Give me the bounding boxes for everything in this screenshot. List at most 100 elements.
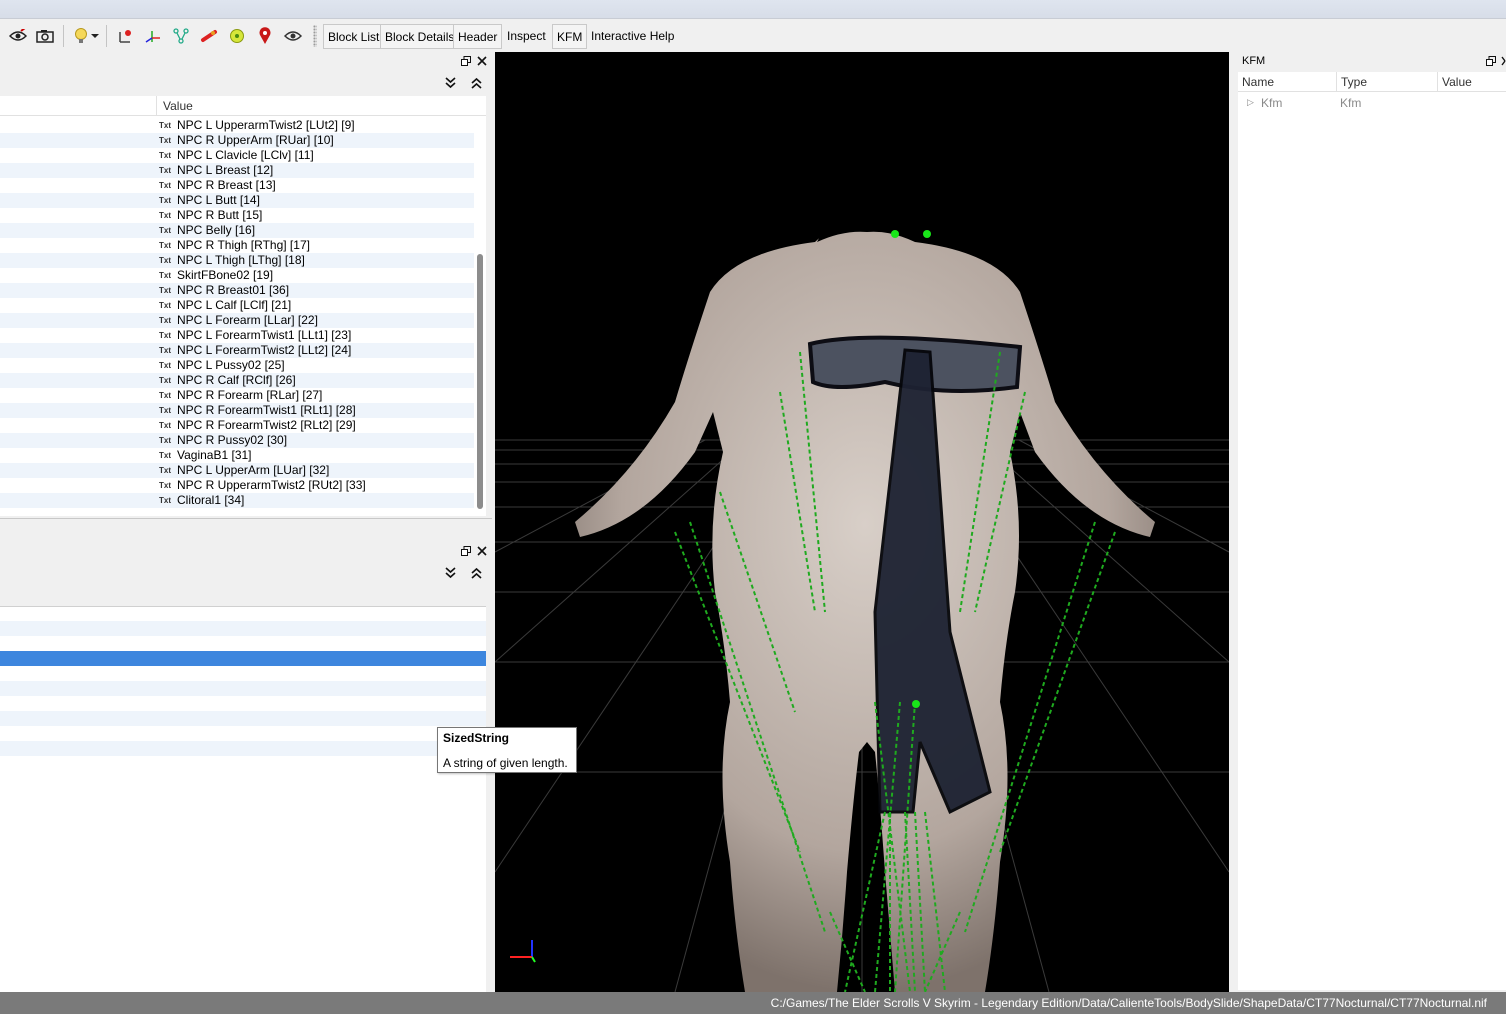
- block-list-row[interactable]: Txt Clitoral1 [34]: [0, 493, 474, 508]
- txt-type-tag: Txt: [159, 256, 171, 265]
- block-name-value: NPC R Butt [15]: [177, 208, 263, 222]
- kfm-row-name: Kfm: [1261, 96, 1283, 110]
- block-list-row[interactable]: Txt NPC L UpperarmTwist2 [LUt2] [9]: [0, 118, 474, 133]
- block-list-row[interactable]: Txt NPC L Pussy02 [25]: [0, 358, 474, 373]
- block-list-row[interactable]: Txt NPC L ForearmTwist1 [LLt1] [23]: [0, 328, 474, 343]
- type-column-header[interactable]: Type: [1341, 75, 1367, 89]
- collapse-all-icon[interactable]: [471, 567, 482, 582]
- txt-type-tag: Txt: [159, 361, 171, 370]
- block-rows: Txt NPC L UpperarmTwist2 [LUt2] [9] Txt NPC…: [0, 118, 474, 508]
- viewport-scene: [495, 203, 1229, 992]
- toolbar-grip[interactable]: [313, 25, 317, 47]
- kfm-tree: Name Type Value ▷ Kfm Kfm: [1238, 72, 1506, 1007]
- detail-row-selected[interactable]: [0, 651, 486, 666]
- render-viewport[interactable]: [495, 52, 1229, 992]
- block-list-row[interactable]: Txt NPC L ForearmTwist2 [LLt2] [24]: [0, 343, 474, 358]
- axes-icon[interactable]: [114, 24, 136, 48]
- block-name-value: NPC R Thigh [RThg] [17]: [177, 238, 310, 252]
- block-list-row[interactable]: Txt NPC R Breast [13]: [0, 178, 474, 193]
- block-list-row[interactable]: Txt NPC R UpperarmTwist2 [RUt2] [33]: [0, 478, 474, 493]
- dropdown-arrow-icon[interactable]: [90, 24, 100, 48]
- block-list-row[interactable]: Txt NPC L Breast [12]: [0, 163, 474, 178]
- value-column-header[interactable]: Value: [163, 99, 193, 113]
- block-list-button[interactable]: Block List: [323, 24, 385, 49]
- expand-all-icon[interactable]: [445, 77, 456, 92]
- column-divider[interactable]: [156, 96, 157, 116]
- block-list-row[interactable]: Txt NPC R ForearmTwist2 [RLt2] [29]: [0, 418, 474, 433]
- column-divider[interactable]: [1336, 72, 1337, 92]
- block-list-row[interactable]: Txt NPC L Thigh [LThg] [18]: [0, 253, 474, 268]
- interactive-help-button[interactable]: Interactive Help: [587, 24, 678, 49]
- inspect-button[interactable]: Inspect: [503, 24, 550, 49]
- detail-row[interactable]: [0, 696, 486, 711]
- block-name-value: NPC L Clavicle [LClv] [11]: [177, 148, 314, 162]
- skeleton-icon[interactable]: [170, 24, 192, 48]
- float-dock-icon[interactable]: [461, 56, 471, 69]
- close-dock-icon[interactable]: [1501, 56, 1506, 69]
- block-list-row[interactable]: Txt NPC R Butt [15]: [0, 208, 474, 223]
- float-dock-icon[interactable]: [461, 546, 471, 559]
- block-list-row[interactable]: Txt NPC L Forearm [LLar] [22]: [0, 313, 474, 328]
- header-button[interactable]: Header: [453, 24, 503, 49]
- block-list-row[interactable]: Txt NPC L UpperArm [LUar] [32]: [0, 463, 474, 478]
- close-dock-icon[interactable]: [477, 56, 487, 69]
- expand-all-icon[interactable]: [445, 567, 456, 582]
- axis-gizmo: [510, 940, 536, 963]
- block-list-row[interactable]: Txt NPC L Calf [LClf] [21]: [0, 298, 474, 313]
- detail-row[interactable]: [0, 636, 486, 651]
- txt-type-tag: Txt: [159, 481, 171, 490]
- detail-row[interactable]: [0, 681, 486, 696]
- map-pin-icon[interactable]: [254, 24, 276, 48]
- close-dock-icon[interactable]: [477, 546, 487, 559]
- block-name-value: NPC L Forearm [LLar] [22]: [177, 313, 318, 327]
- block-list-row[interactable]: Txt NPC R ForearmTwist1 [RLt1] [28]: [0, 403, 474, 418]
- float-dock-icon[interactable]: [1486, 56, 1496, 69]
- name-column-header[interactable]: Name: [1242, 75, 1274, 89]
- block-list-row[interactable]: Txt NPC L Clavicle [LClv] [11]: [0, 148, 474, 163]
- value-column-header[interactable]: Value: [1442, 75, 1472, 89]
- txt-type-tag: Txt: [159, 406, 171, 415]
- camera-icon[interactable]: [35, 24, 55, 48]
- block-list-row[interactable]: Txt NPC R Forearm [RLar] [27]: [0, 388, 474, 403]
- detail-row[interactable]: [0, 621, 486, 636]
- expand-arrow-icon[interactable]: ▷: [1247, 97, 1254, 108]
- eye-icon[interactable]: [282, 24, 304, 48]
- kfm-button[interactable]: KFM: [552, 24, 588, 49]
- txt-type-tag: Txt: [159, 496, 171, 505]
- circle-icon[interactable]: [226, 24, 248, 48]
- light-bulb-icon[interactable]: [71, 24, 91, 48]
- block-list-row[interactable]: Txt NPC L Butt [14]: [0, 193, 474, 208]
- txt-type-tag: Txt: [159, 421, 171, 430]
- block-list-row[interactable]: Txt SkirtFBone02 [19]: [0, 268, 474, 283]
- txt-type-tag: Txt: [159, 376, 171, 385]
- toolbar-separator: [63, 25, 64, 47]
- block-list-row[interactable]: Txt NPC R UpperArm [RUar] [10]: [0, 133, 474, 148]
- bone-icon[interactable]: [198, 24, 220, 48]
- block-list-row[interactable]: Txt NPC R Breast01 [36]: [0, 283, 474, 298]
- txt-type-tag: Txt: [159, 181, 171, 190]
- block-details-button[interactable]: Block Details: [380, 24, 460, 49]
- detail-row[interactable]: [0, 741, 486, 756]
- block-list-scrollbar[interactable]: [476, 116, 484, 511]
- block-name-value: NPC R ForearmTwist1 [RLt1] [28]: [177, 403, 356, 417]
- txt-type-tag: Txt: [159, 271, 171, 280]
- txt-type-tag: Txt: [159, 166, 171, 175]
- node-axes-icon[interactable]: [142, 24, 164, 48]
- dock-splitter[interactable]: [0, 518, 492, 519]
- block-list-row[interactable]: Txt NPC R Thigh [RThg] [17]: [0, 238, 474, 253]
- detail-row[interactable]: [0, 711, 486, 726]
- tooltip-description: A string of given length.: [443, 756, 568, 770]
- block-list-row[interactable]: Txt NPC R Pussy02 [30]: [0, 433, 474, 448]
- block-list-row[interactable]: Txt VaginaB1 [31]: [0, 448, 474, 463]
- block-list-row[interactable]: Txt NPC R Calf [RClf] [26]: [0, 373, 474, 388]
- scrollbar-thumb[interactable]: [477, 254, 483, 509]
- txt-type-tag: Txt: [159, 211, 171, 220]
- collapse-all-icon[interactable]: [471, 77, 482, 92]
- column-divider[interactable]: [1437, 72, 1438, 92]
- txt-type-tag: Txt: [159, 136, 171, 145]
- eye-view-icon[interactable]: [8, 24, 28, 48]
- detail-row[interactable]: [0, 726, 486, 741]
- detail-row[interactable]: [0, 606, 486, 621]
- detail-row[interactable]: [0, 666, 486, 681]
- block-list-row[interactable]: Txt NPC Belly [16]: [0, 223, 474, 238]
